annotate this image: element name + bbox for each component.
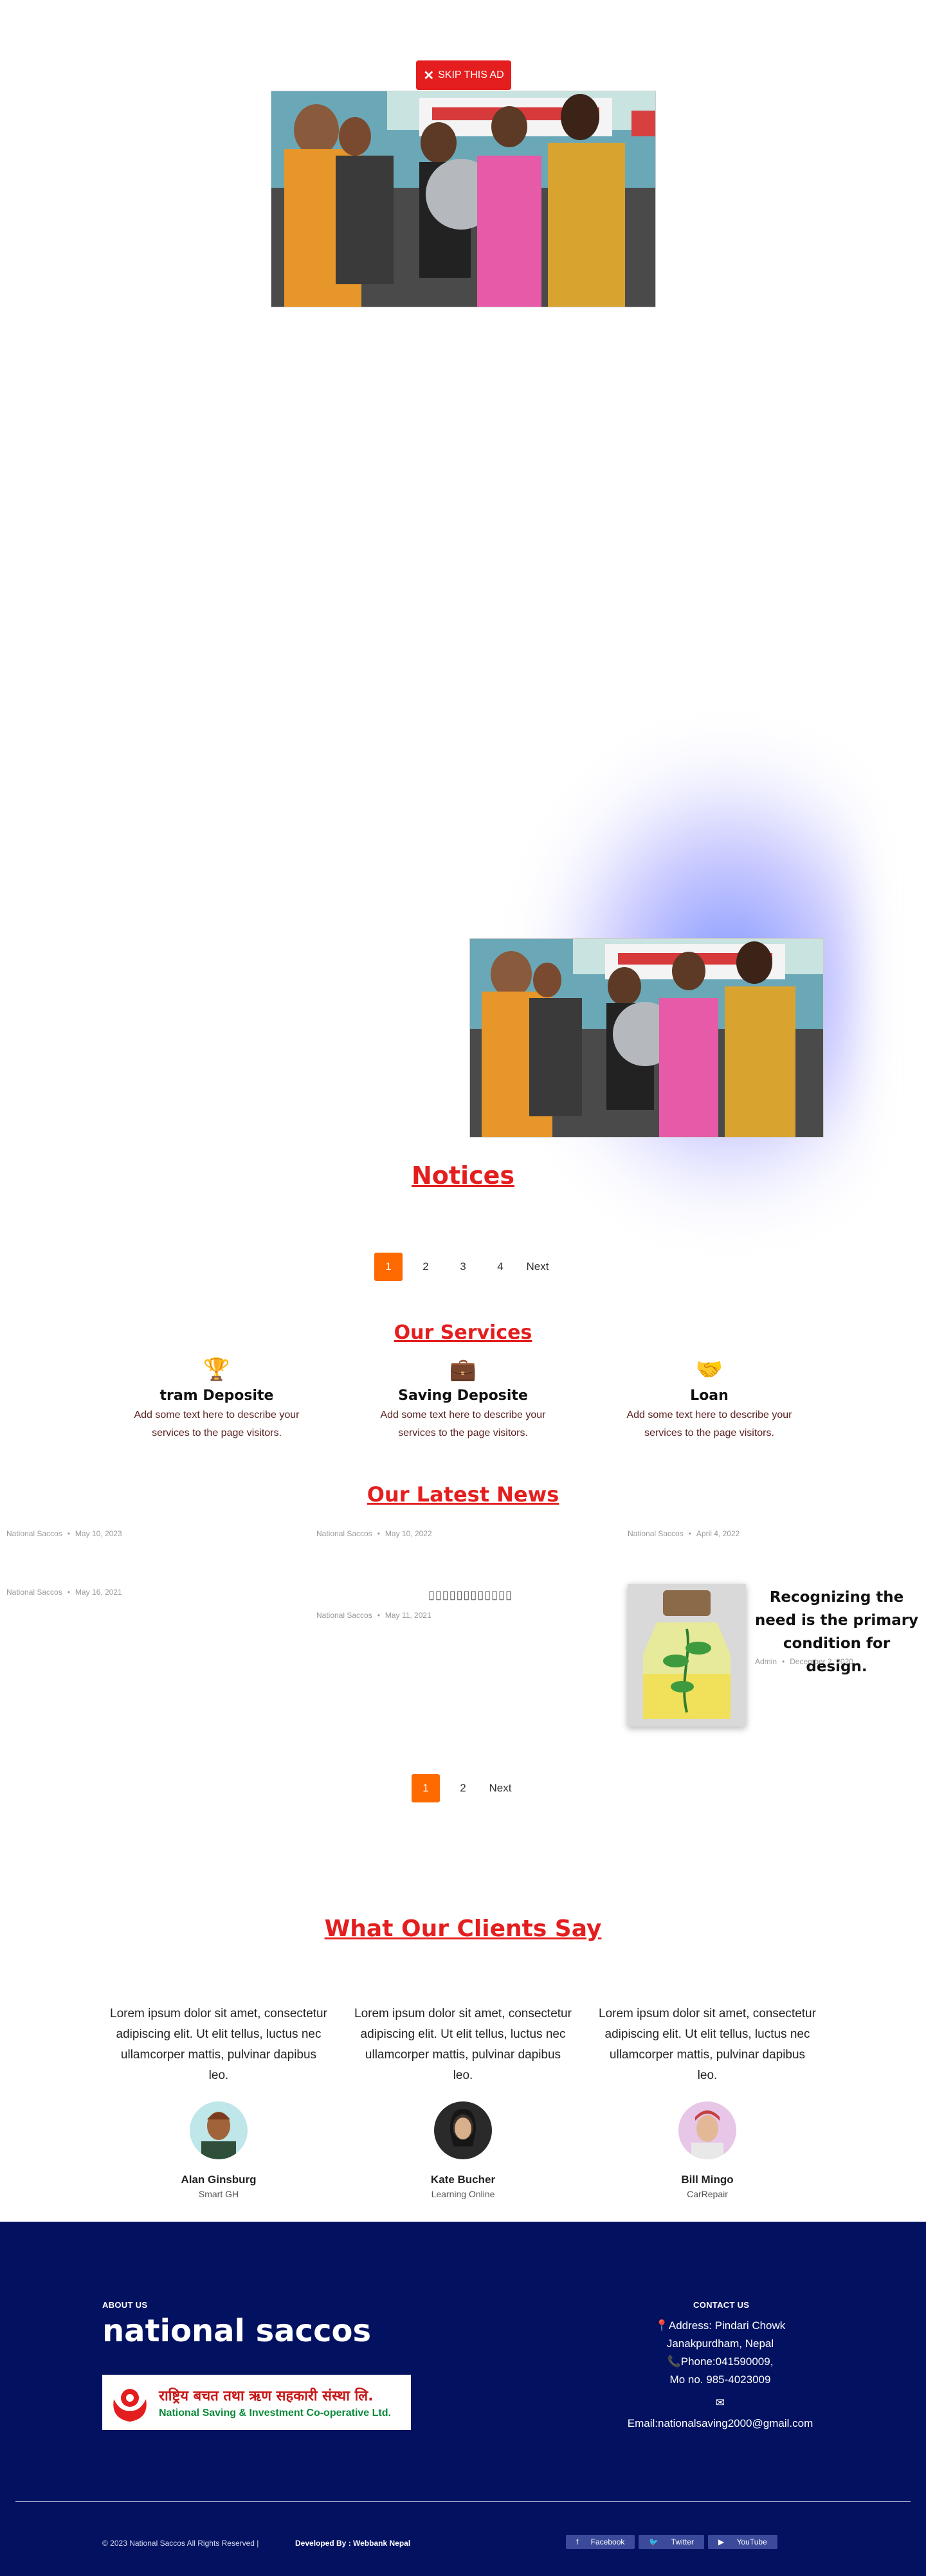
service-title: Saving Deposite [398,1388,528,1404]
footer-divider [15,2501,911,2502]
testimonial-name: Alan Ginsburg [181,2173,257,2186]
ad-photo[interactable] [271,91,656,307]
post-author[interactable]: National Saccos [316,1529,372,1538]
services-title: Our Services [394,1321,532,1344]
testimonial-card: Lorem ipsum dolor sit amet, consectetur … [598,2004,817,2199]
developer-credit[interactable]: Developed By : Webbank Nepal [295,2539,410,2548]
avatar [434,2101,492,2159]
testimonial-name: Kate Bucher [430,2173,496,2186]
site-footer: ABOUT US national saccos राष्ट्रिय बचत त… [0,2222,926,2576]
testimonials-title: What Our Clients Say [324,1916,602,1942]
envelope-icon: ✉ [715,2397,725,2409]
phone-icon: 📞 [667,2355,681,2368]
facebook-label: Facebook [585,2535,630,2549]
testimonial-role: Smart GH [198,2189,239,2199]
service-card: 🏆 tram Deposite Add some text here to de… [117,1357,316,1442]
next-page-link[interactable]: Next [486,1774,514,1802]
skip-ad-button[interactable]: ✕ SKIP THIS AD [416,60,511,90]
close-icon: ✕ [423,68,435,83]
service-text: Add some text here to describe your serv… [626,1410,792,1438]
post-meta: Admin • December 2, 2020 [755,1657,853,1666]
youtube-label: YouTube [731,2535,772,2549]
notice-photo[interactable] [469,938,824,1138]
service-card: 🤝 Loan Add some text here to describe yo… [610,1357,809,1442]
post-meta: National Saccos • May 10, 2023 [6,1529,122,1538]
service-title: tram Deposite [159,1388,274,1404]
avatar [678,2101,736,2159]
post-date[interactable]: May 16, 2021 [75,1588,122,1597]
contact-address: Address: Pindari Chowk [668,2319,786,2332]
service-text: Add some text here to describe your serv… [380,1410,546,1438]
copyright-text: © 2023 National Saccos All Rights Reserv… [102,2539,259,2548]
news-pagination: 1 2 Next [412,1774,514,1802]
footer-logo: राष्ट्रिय बचत तथा ऋण सहकारी संस्था लि. N… [102,2375,411,2430]
post-thumbnail[interactable] [628,1584,746,1727]
post-author[interactable]: National Saccos [628,1529,684,1538]
testimonial-quote: Lorem ipsum dolor sit amet, consectetur … [110,2007,327,2082]
footer-brand: national saccos [102,2313,372,2349]
page-3[interactable]: 3 [449,1253,477,1281]
handshake-icon: 🤝 [695,1357,723,1382]
logo-english-text: National Saving & Investment Co-operativ… [159,2408,391,2418]
avatar [190,2101,248,2159]
post-meta: National Saccos • May 10, 2022 [316,1529,432,1538]
notices-title: Notices [411,1161,514,1190]
testimonial-role: Learning Online [431,2189,495,2199]
post-date[interactable]: April 4, 2022 [696,1529,740,1538]
social-links: f Facebook 🐦 Twitter ▶ YouTube [566,2535,777,2549]
page-1[interactable]: 1 [374,1253,403,1281]
testimonial-card: Lorem ipsum dolor sit amet, consectetur … [109,2004,328,2199]
service-text: Add some text here to describe your serv… [134,1410,300,1438]
twitter-icon: 🐦 [644,2535,666,2549]
post-meta: National Saccos • April 4, 2022 [628,1529,740,1538]
contact-mobile[interactable]: Mo no. 985-4023009 [604,2371,836,2389]
post-author[interactable]: National Saccos [6,1588,62,1597]
testimonial-card: Lorem ipsum dolor sit amet, consectetur … [354,2004,572,2199]
contact-phone[interactable]: Phone:041590009, [681,2355,774,2368]
service-title: Loan [690,1388,729,1404]
service-card: 💼 Saving Deposite Add some text here to … [363,1357,563,1442]
twitter-label: Twitter [666,2535,699,2549]
post-meta: National Saccos • May 16, 2021 [6,1588,122,1597]
post-meta: National Saccos • May 11, 2021 [316,1611,431,1620]
youtube-icon: ▶ [713,2535,732,2549]
post-date[interactable]: December 2, 2020 [790,1657,853,1666]
post-author[interactable]: National Saccos [316,1611,372,1620]
page-2[interactable]: 2 [412,1253,440,1281]
contact-label: CONTACT US [693,2300,750,2310]
next-page-link[interactable]: Next [523,1253,552,1281]
testimonial-name: Bill Mingo [681,2173,734,2186]
post-title[interactable]: ▯▯▯▯▯▯▯▯▯▯▯▯ [428,1588,513,1602]
youtube-link[interactable]: ▶ YouTube [708,2535,777,2549]
testimonial-role: CarRepair [687,2189,728,2199]
contact-info: 📍Address: Pindari Chowk Janakpurdham, Ne… [604,2317,836,2433]
page-4[interactable]: 4 [486,1253,514,1281]
testimonial-quote: Lorem ipsum dolor sit amet, consectetur … [354,2007,572,2082]
notices-pagination: 1 2 3 4 Next [374,1253,552,1281]
page-1[interactable]: 1 [412,1774,440,1802]
facebook-link[interactable]: f Facebook [566,2535,635,2549]
briefcase-icon: 💼 [449,1357,477,1382]
cooperative-logo-icon [113,2389,147,2422]
skip-ad-label: SKIP THIS AD [438,69,504,80]
post-date[interactable]: May 10, 2023 [75,1529,122,1538]
testimonial-quote: Lorem ipsum dolor sit amet, consectetur … [599,2007,816,2082]
contact-address-2: Janakpurdham, Nepal [666,2337,774,2350]
post-author[interactable]: National Saccos [6,1529,62,1538]
logo-nepali-text: राष्ट्रिय बचत तथा ऋण सहकारी संस्था लि. [159,2388,374,2404]
page-2[interactable]: 2 [449,1774,477,1802]
facebook-icon: f [571,2535,586,2549]
contact-email[interactable]: Email:nationalsaving2000@gmail.com [604,2415,836,2433]
post-date[interactable]: May 11, 2021 [385,1611,431,1620]
twitter-link[interactable]: 🐦 Twitter [639,2535,704,2549]
news-title: Our Latest News [367,1482,559,1507]
location-pin-icon: 📍 [655,2319,669,2332]
trophy-icon: 🏆 [203,1357,231,1382]
post-date[interactable]: May 10, 2022 [385,1529,432,1538]
about-label: ABOUT US [102,2300,148,2310]
post-author[interactable]: Admin [755,1657,777,1666]
